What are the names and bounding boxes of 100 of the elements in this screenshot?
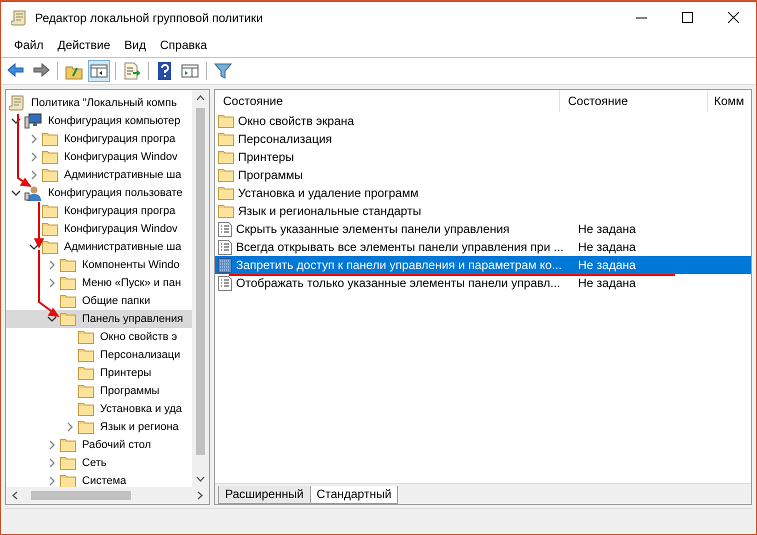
tree-item[interactable]: Административные ша [6, 166, 192, 184]
scrollbar[interactable] [6, 487, 209, 504]
menu-item[interactable]: Файл [7, 38, 51, 52]
tree-item[interactable]: Рабочий стол [6, 436, 192, 454]
scroll-up-icon[interactable] [196, 94, 205, 102]
user-icon [24, 185, 42, 201]
folder-icon [78, 330, 94, 344]
list-row[interactable]: Всегда открывать все элементы панели управления при ... Не задана [215, 238, 751, 256]
setting-icon [218, 258, 232, 272]
tree-item[interactable]: Конфигурация Windov [6, 220, 192, 238]
folder-icon [60, 438, 76, 452]
folder-icon [60, 312, 76, 326]
state-cell-text: Не задана [577, 276, 636, 290]
item-name: Персонализация [238, 132, 332, 146]
setting-icon [218, 276, 232, 290]
maximize-icon [682, 12, 692, 23]
folder-icon [60, 276, 76, 290]
tree-item[interactable]: Персонализаци [6, 346, 192, 364]
folder-icon [218, 150, 234, 164]
folder-icon [42, 168, 58, 182]
folder-icon [42, 204, 58, 218]
list-row[interactable]: Запретить доступ к панели управления и параметрам ко... Не задана [215, 256, 751, 274]
tree-item[interactable]: Меню «Пуск» и пан [6, 274, 192, 292]
list-row[interactable]: Окно свойств экрана [215, 112, 751, 130]
list-row[interactable]: Скрыть указанные элементы панели управления Не задана [215, 220, 751, 238]
toolbar-button[interactable] [88, 60, 110, 82]
folder-icon [60, 258, 76, 272]
setting-icon [218, 222, 232, 236]
tree-item[interactable]: Конфигурация програ [6, 130, 192, 148]
list-export-icon [122, 61, 142, 81]
list-row[interactable]: Персонализация [215, 130, 751, 148]
list-row[interactable]: Установка и удаление программ [215, 184, 751, 202]
column-header[interactable]: Комм [708, 90, 751, 112]
folder-icon [218, 186, 234, 200]
folder-icon [78, 384, 94, 398]
item-name: Скрыть указанные элементы панели управления [236, 222, 510, 236]
tree-item[interactable]: Программы [6, 382, 192, 400]
state-cell-text: Не задана [577, 222, 636, 236]
view-tab[interactable]: Расширенный [218, 486, 311, 504]
state-cell-text: Не задана [577, 240, 636, 254]
tree-item[interactable]: Конфигурация Windov [6, 148, 192, 166]
tree-item[interactable]: Сеть [6, 454, 192, 472]
folder-icon [42, 150, 58, 164]
folder-icon [60, 474, 76, 488]
tree-item[interactable]: Принтеры [6, 364, 192, 382]
tree-item[interactable]: Конфигурация пользовате [6, 184, 192, 202]
tree-item[interactable]: Конфигурация компьютер [6, 112, 192, 130]
menu-item[interactable]: Действие [50, 38, 118, 52]
item-name: Программы [238, 168, 303, 182]
app-icon [11, 10, 27, 26]
item-name: Установка и удаление программ [238, 186, 418, 200]
folder-icon [42, 222, 58, 236]
scroll-left-icon[interactable] [11, 491, 19, 500]
folder-icon [218, 168, 234, 182]
folder-icon [218, 204, 234, 218]
computer-icon [24, 113, 42, 129]
folder-icon [78, 402, 94, 416]
collapse-icon[interactable] [11, 117, 21, 125]
column-header[interactable]: Состояние [560, 90, 708, 112]
list-row[interactable]: Программы [215, 166, 751, 184]
tree-item[interactable]: Панель управления [6, 310, 192, 328]
tree-item[interactable]: Окно свойств э [6, 328, 192, 346]
item-name: Отображать только указанные элементы панели управл... [236, 276, 560, 290]
item-name: Принтеры [238, 150, 294, 164]
folder-icon [78, 348, 94, 362]
folder-icon [78, 366, 94, 380]
menu-item[interactable]: Справка [153, 38, 214, 52]
list-row[interactable]: Отображать только указанные элементы панели управл... Не задана [215, 274, 751, 292]
scroll-down-icon[interactable] [196, 475, 205, 483]
setting-icon [218, 240, 232, 254]
folder-icon [60, 456, 76, 470]
folder-icon [218, 114, 234, 128]
tree-item[interactable]: Конфигурация програ [6, 202, 192, 220]
close-icon [728, 12, 738, 23]
tree-item[interactable]: Политика "Локальный компь [6, 94, 192, 112]
folder-icon [78, 420, 94, 434]
tree-item[interactable]: Язык и региона [6, 418, 192, 436]
tree-item[interactable]: Установка и уда [6, 400, 192, 418]
window-title: Редактор локальной групповой политики [35, 10, 264, 24]
collapse-icon[interactable] [29, 243, 39, 251]
view-tab[interactable]: Стандартный [310, 486, 398, 504]
scroll-right-icon[interactable] [196, 491, 204, 500]
item-name: Язык и региональные стандарты [238, 204, 422, 218]
menu-item[interactable]: Вид [117, 38, 153, 52]
item-name: Окно свойств экрана [238, 114, 354, 128]
folder-icon [218, 132, 234, 146]
tree-item[interactable]: Общие папки [6, 292, 192, 310]
folder-icon [60, 294, 76, 308]
column-header[interactable]: Состояние [215, 90, 560, 112]
folder-icon [42, 132, 58, 146]
item-name: Всегда открывать все элементы панели управления при ... [236, 240, 564, 254]
collapse-icon[interactable] [11, 189, 21, 197]
collapse-icon[interactable] [47, 315, 57, 323]
item-name: Запретить доступ к панели управления и параметрам ко... [236, 258, 562, 272]
list-row[interactable]: Принтеры [215, 148, 751, 166]
list-row[interactable]: Язык и региональные стандарты [215, 202, 751, 220]
scrollbar[interactable] [192, 90, 209, 487]
folder-icon [42, 240, 58, 254]
tree-item[interactable]: Компоненты Windo [6, 256, 192, 274]
state-cell-text: Не задана [577, 258, 636, 272]
